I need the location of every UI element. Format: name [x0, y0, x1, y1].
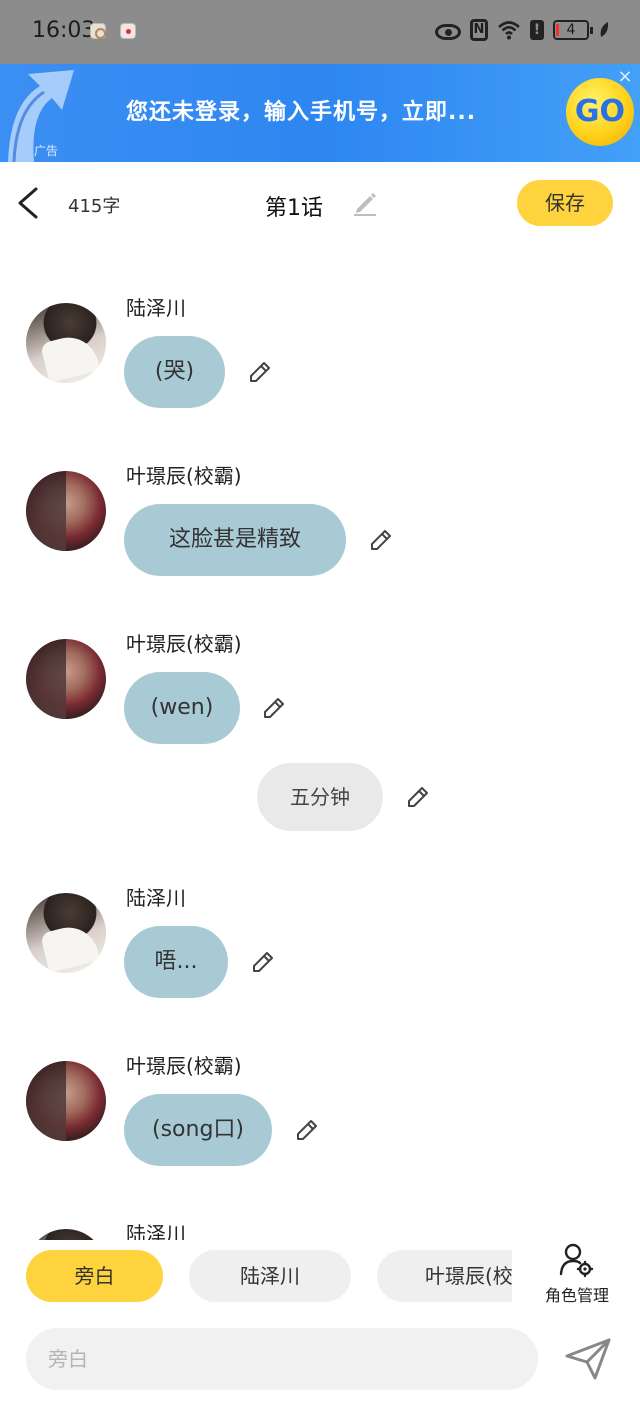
battery-icon: 4 — [553, 20, 593, 40]
back-arrow-icon[interactable] — [14, 186, 44, 220]
message-list[interactable]: 陆泽川 (哭) 叶璟辰(校霸) 这脸甚是精致 叶璟辰(校霸) (wen) 五分钟 — [0, 248, 640, 1240]
message-bubble[interactable]: 唔... — [124, 926, 228, 998]
avatar[interactable] — [26, 303, 106, 383]
message-bubble[interactable]: (song口) — [124, 1094, 272, 1166]
message-bubble[interactable]: (哭) — [124, 336, 225, 408]
ad-tag: 广告 — [34, 144, 59, 158]
status-icons: N ! 4 — [435, 19, 610, 41]
speaker-name: 叶璟辰(校霸) — [126, 464, 242, 488]
role-chip-luzechuan[interactable]: 陆泽川 — [189, 1250, 351, 1302]
message-input[interactable]: 旁白 — [26, 1328, 538, 1390]
pencil-edit-icon[interactable] — [261, 695, 287, 721]
pencil-edit-icon[interactable] — [405, 784, 431, 810]
word-count: 415字 — [68, 196, 121, 217]
wifi-icon — [498, 21, 520, 40]
alert-icon: ! — [530, 20, 544, 40]
bottom-toolbar: 旁白 陆泽川 叶璟辰(校 角色管理 旁白 — [0, 1240, 640, 1408]
status-time: 16:03 — [32, 18, 96, 43]
pencil-edit-icon[interactable] — [352, 190, 378, 216]
ad-close-icon[interactable]: × — [616, 68, 634, 86]
avatar[interactable] — [26, 1061, 106, 1141]
send-icon[interactable] — [563, 1336, 613, 1382]
avatar[interactable] — [26, 893, 106, 973]
eye-icon — [435, 23, 461, 40]
role-manage-label: 角色管理 — [544, 1286, 609, 1305]
app-notification-icon — [120, 23, 136, 39]
avatar[interactable] — [26, 1229, 106, 1240]
role-manage-button[interactable]: 角色管理 — [532, 1242, 622, 1310]
editor-header: 415字 第1话 保存 — [0, 162, 640, 248]
message-bubble[interactable]: 这脸甚是精致 — [124, 504, 346, 576]
message-bubble[interactable]: (wen) — [124, 672, 240, 744]
pencil-edit-icon[interactable] — [250, 949, 276, 975]
nfc-icon: N — [470, 19, 488, 41]
speaker-name: 叶璟辰(校霸) — [126, 1054, 242, 1078]
ad-banner[interactable]: 您还未登录，输入手机号，立即... 广告 GO × — [0, 64, 640, 162]
pencil-edit-icon[interactable] — [294, 1117, 320, 1143]
role-chip-narration[interactable]: 旁白 — [26, 1250, 163, 1302]
save-button[interactable]: 保存 — [517, 180, 613, 226]
leaf-icon — [600, 22, 609, 37]
app-notification-icon — [90, 23, 106, 39]
role-settings-icon — [559, 1243, 594, 1278]
speaker-name: 陆泽川 — [126, 886, 186, 910]
role-chip-yejingchen[interactable]: 叶璟辰(校 — [377, 1250, 512, 1302]
status-bar: 16:03 N ! 4 — [0, 0, 640, 64]
ad-text: 您还未登录，输入手机号，立即... — [126, 100, 477, 125]
pencil-edit-icon[interactable] — [247, 359, 273, 385]
pencil-edit-icon[interactable] — [368, 527, 394, 553]
speaker-name: 陆泽川 — [126, 296, 186, 320]
avatar[interactable] — [26, 639, 106, 719]
narration-bubble[interactable]: 五分钟 — [257, 763, 383, 831]
speaker-name: 陆泽川 — [126, 1222, 186, 1240]
ad-go-button[interactable]: GO — [566, 78, 634, 146]
chapter-title[interactable]: 第1话 — [265, 190, 323, 222]
speaker-name: 叶璟辰(校霸) — [126, 632, 242, 656]
avatar[interactable] — [26, 471, 106, 551]
role-chip-list[interactable]: 旁白 陆泽川 叶璟辰(校 — [0, 1248, 512, 1304]
